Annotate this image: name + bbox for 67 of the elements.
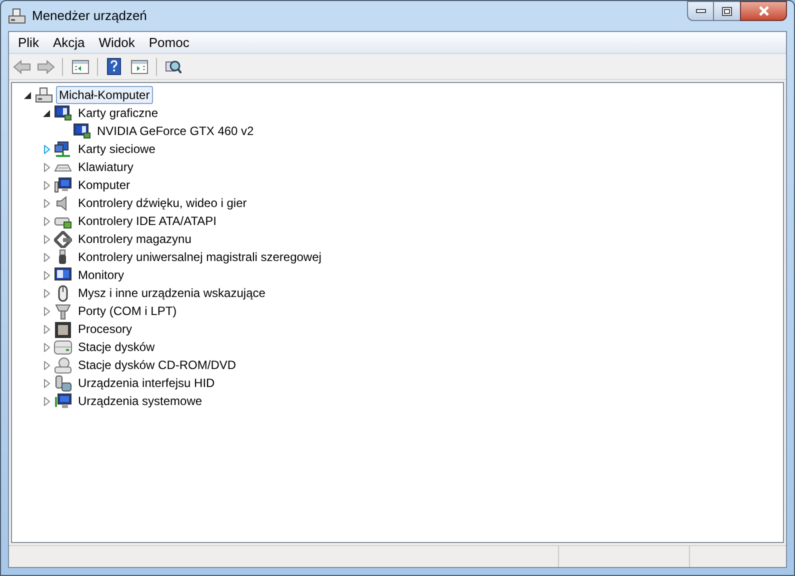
- tree-item[interactable]: Urządzenia interfejsu HID: [75, 374, 218, 392]
- collapse-arrow-icon[interactable]: [22, 90, 33, 100]
- close-button[interactable]: [740, 1, 787, 21]
- menu-item[interactable]: Widok: [92, 32, 142, 52]
- help-icon: [107, 58, 121, 75]
- tree-item[interactable]: Procesory: [75, 320, 136, 338]
- tree-item[interactable]: NVIDIA GeForce GTX 460 v2: [94, 122, 257, 140]
- expand-arrow-icon[interactable]: [41, 162, 52, 172]
- collapse-arrow-icon[interactable]: [41, 108, 52, 118]
- monitor-icon: [73, 122, 91, 140]
- minimize-icon: [696, 9, 706, 13]
- monitor-icon: [54, 176, 72, 194]
- tree-item[interactable]: Kontrolery dźwięku, wideo i gier: [75, 194, 250, 212]
- expand-arrow-icon[interactable]: [41, 396, 52, 406]
- tree-item[interactable]: Monitory: [75, 266, 128, 284]
- expand-arrow-icon[interactable]: [41, 234, 52, 244]
- expand-arrow-icon[interactable]: [41, 270, 52, 280]
- diamond-icon: [54, 230, 72, 248]
- window-title: Menedżer urządzeń: [32, 7, 147, 26]
- close-icon: [758, 6, 770, 16]
- expand-arrow-icon[interactable]: [41, 342, 52, 352]
- expand-arrow-icon[interactable]: [41, 252, 52, 262]
- expand-arrow-icon[interactable]: [41, 198, 52, 208]
- minimize-button[interactable]: [687, 1, 714, 21]
- magnifier-computer-icon: [164, 58, 182, 74]
- forward-arrow-icon: [37, 60, 55, 74]
- window-pane-icon: [72, 60, 88, 74]
- tree-item[interactable]: Stacje dysków CD-ROM/DVD: [75, 356, 240, 374]
- expand-arrow-icon[interactable]: [41, 144, 52, 154]
- monitor-icon: [54, 104, 72, 122]
- expand-arrow-icon[interactable]: [41, 360, 52, 370]
- computer-icon: [8, 8, 26, 24]
- tree-item[interactable]: Stacje dysków: [75, 338, 158, 356]
- disc-drive-icon: [54, 356, 72, 374]
- computer-icon: [35, 86, 53, 104]
- expand-arrow-icon[interactable]: [41, 216, 52, 226]
- tree-item[interactable]: Kontrolery IDE ATA/ATAPI: [75, 212, 220, 230]
- drive-icon: [54, 338, 72, 356]
- menu-item[interactable]: Akcja: [46, 32, 92, 52]
- expand-arrow-icon[interactable]: [41, 288, 52, 298]
- tree-item[interactable]: Kontrolery magazynu: [75, 230, 194, 248]
- menu-item[interactable]: Pomoc: [142, 32, 196, 52]
- expand-arrow-icon[interactable]: [41, 306, 52, 316]
- expand-arrow-icon[interactable]: [41, 324, 52, 334]
- network-icon: [54, 140, 72, 158]
- expand-arrow-icon[interactable]: [41, 378, 52, 388]
- chip-icon: [54, 320, 72, 338]
- monitor-icon: [54, 266, 72, 284]
- maximize-icon: [722, 6, 732, 16]
- tree-item[interactable]: Karty graficzne: [75, 104, 162, 122]
- menu-item[interactable]: Plik: [11, 32, 46, 52]
- tree-item[interactable]: Urządzenia systemowe: [75, 392, 206, 410]
- maximize-button[interactable]: [714, 1, 740, 21]
- tree-item[interactable]: Michał-Komputer: [56, 86, 153, 104]
- help-button[interactable]: [104, 56, 124, 76]
- tree-item[interactable]: Karty sieciowe: [75, 140, 158, 158]
- tree-item[interactable]: Klawiatury: [75, 158, 136, 176]
- tree-item[interactable]: Mysz i inne urządzenia wskazujące: [75, 284, 268, 302]
- window-pane-icon: [130, 60, 148, 74]
- monitor-icon: [54, 392, 72, 410]
- tree-item[interactable]: Komputer: [75, 176, 134, 194]
- expand-arrow-icon[interactable]: [41, 180, 52, 190]
- tree-item[interactable]: Kontrolery uniwersalnej magistrali szeregowej: [75, 248, 324, 266]
- back-arrow-icon: [13, 60, 31, 74]
- port-icon: [54, 302, 72, 320]
- hid-device-icon: [54, 374, 72, 392]
- tree-item[interactable]: Porty (COM i LPT): [75, 302, 180, 320]
